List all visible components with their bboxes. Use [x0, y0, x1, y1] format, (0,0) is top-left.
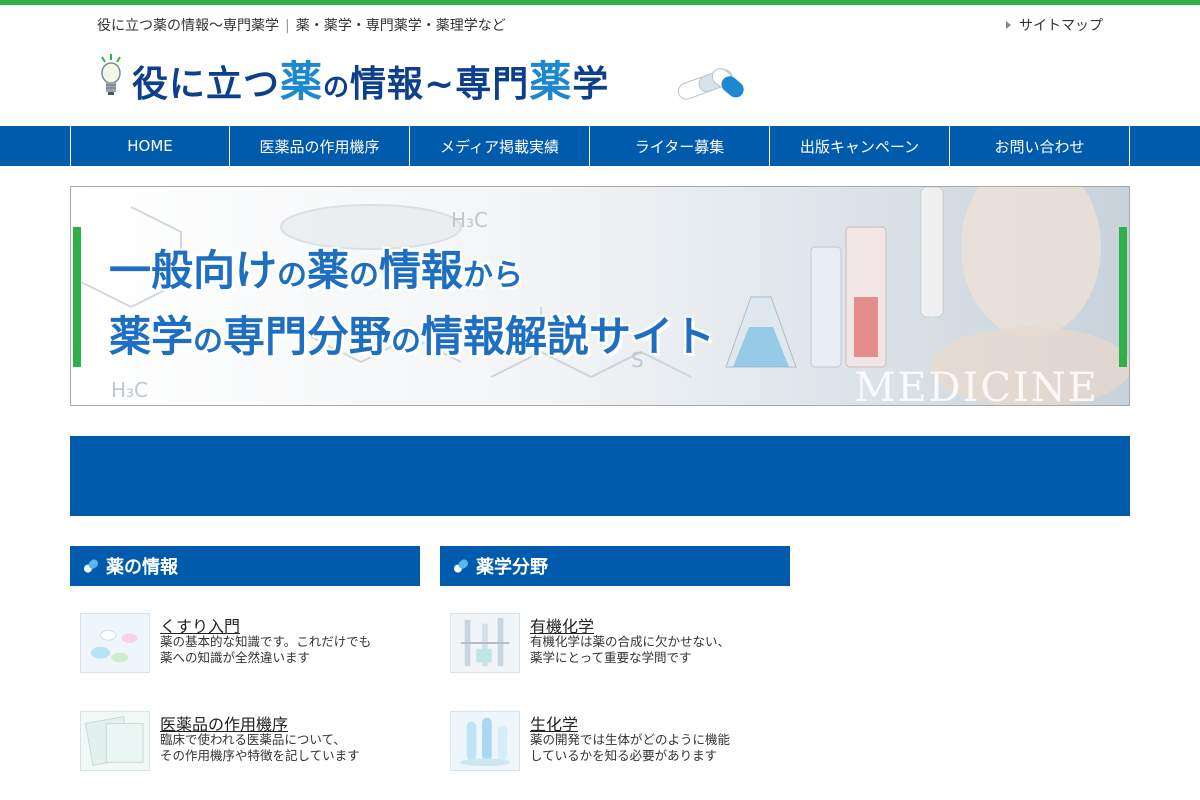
test-tubes-thumbnail	[450, 711, 520, 771]
list-item: 有機化学 有機化学は薬の合成に欠かせない、 薬学にとって重要な学問です	[450, 613, 780, 675]
item-desc-line: しているかを知る必要があります	[530, 748, 718, 763]
hero-text: 一般向け	[109, 246, 278, 295]
hero-text: 薬学	[109, 312, 194, 361]
nav-item-mechanism[interactable]: 医薬品の作用機序	[230, 126, 410, 166]
item-desc-line: 薬の開発では生体がどのように機能	[530, 732, 731, 747]
logo-part-4: 学	[572, 63, 610, 105]
item-desc-line: 薬学にとって重要な学問です	[530, 650, 692, 665]
main-nav: HOME 医薬品の作用機序 メディア掲載実績 ライター募集 出版キャンペーン お…	[0, 126, 1200, 166]
nav-item-home[interactable]: HOME	[71, 126, 230, 166]
list-item: 生化学 薬の開発では生体がどのように機能 しているかを知る必要があります	[450, 711, 780, 773]
logo-part-3: 情報~専門	[350, 63, 530, 105]
tagline-topics: 薬・薬学・専門薬学・薬理学など	[295, 18, 506, 34]
section-heading-drug-info: 薬の情報	[70, 546, 420, 586]
section-heading-label: 薬の情報	[106, 557, 178, 578]
hero-text: の	[193, 324, 224, 359]
hero-text: の	[277, 258, 308, 293]
logo-big-1: 薬	[280, 56, 324, 106]
list-item: くすり入門 薬の基本的な知識です。これだけでも 薬への知識が全然違います	[80, 613, 410, 675]
hero-text: 情報	[379, 246, 464, 295]
hero-text: の	[391, 324, 422, 359]
item-desc-line: その作用機序や特徴を記しています	[160, 748, 360, 763]
item-desc-line: 薬の基本的な知識です。これだけでも	[160, 634, 372, 649]
lightbulb-icon	[101, 54, 121, 95]
item-description: 有機化学は薬の合成に欠かせない、 薬学にとって重要な学問です	[530, 634, 730, 666]
tagline-site-name: 役に立つ薬の情報〜専門薬学	[97, 18, 279, 34]
lab-apparatus-thumbnail	[450, 613, 520, 673]
hero-right-accent	[1119, 227, 1127, 367]
ad-band	[70, 436, 1130, 516]
logo-big-2: 薬	[529, 56, 573, 106]
sitemap-link[interactable]: サイトマップ	[1006, 15, 1103, 35]
triangle-right-icon	[1006, 21, 1011, 29]
item-description: 臨床で使われる医薬品について、 その作用機序や特徴を記しています	[160, 732, 360, 764]
item-description: 薬の基本的な知識です。これだけでも 薬への知識が全然違います	[160, 634, 371, 666]
item-desc-line: 有機化学は薬の合成に欠かせない、	[530, 634, 731, 649]
section-heading-pharmacy-fields: 薬学分野	[440, 546, 790, 586]
logo-part-2: の	[323, 72, 351, 103]
nav-item-contact[interactable]: お問い合わせ	[950, 126, 1130, 166]
item-description: 薬の開発では生体がどのように機能 しているかを知る必要があります	[530, 732, 730, 764]
hero-text: の	[349, 258, 380, 293]
section-heading-label: 薬学分野	[476, 557, 548, 578]
logo-part-1: 役に立つ	[132, 63, 281, 105]
svg-text:H₃C: H₃C	[111, 378, 148, 402]
capsule-icon	[677, 68, 744, 100]
site-tagline: 役に立つ薬の情報〜専門薬学 | 薬・薬学・専門薬学・薬理学など	[97, 15, 506, 35]
hero-text: 専門分野	[223, 312, 392, 361]
nav-item-writer[interactable]: ライター募集	[590, 126, 770, 166]
hero-headline-2: 薬学の専門分野の情報解説サイト	[109, 303, 715, 364]
item-desc-line: 薬への知識が全然違います	[160, 650, 311, 665]
hero-left-accent	[73, 227, 81, 367]
capsule-icon	[83, 559, 99, 573]
top-accent-bar	[0, 0, 1200, 5]
item-desc-line: 臨床で使われる医薬品について、	[160, 732, 346, 747]
capsule-icon	[453, 559, 469, 573]
hero-text: 薬	[307, 246, 350, 295]
list-item: 医薬品の作用機序 臨床で使われる医薬品について、 その作用機序や特徴を記していま…	[80, 711, 410, 773]
hero-banner: H₃C H₃C S 一般向けの薬の情報から 薬学の専門分野の情報解説サイト ME…	[70, 186, 1130, 406]
site-logo[interactable]: 役に立つ薬の情報~専門薬学	[98, 48, 609, 108]
svg-text:H₃C: H₃C	[451, 208, 488, 232]
nav-list: HOME 医薬品の作用機序 メディア掲載実績 ライター募集 出版キャンペーン お…	[70, 126, 1130, 166]
logo-text: 役に立つ薬の情報~専門薬学	[132, 48, 609, 109]
pills-thumbnail	[80, 613, 150, 673]
nav-item-publishing[interactable]: 出版キャンペーン	[770, 126, 950, 166]
tagline-separator: |	[285, 18, 290, 34]
hero-text: から	[463, 258, 524, 293]
sitemap-label: サイトマップ	[1019, 18, 1103, 34]
nav-item-media[interactable]: メディア掲載実績	[410, 126, 590, 166]
hero-headline-1: 一般向けの薬の情報から	[109, 237, 523, 298]
glass-slide-thumbnail	[80, 711, 150, 771]
hero-text: 情報解説サイト	[421, 312, 716, 361]
hero-watermark: MEDICINE	[854, 365, 1099, 406]
